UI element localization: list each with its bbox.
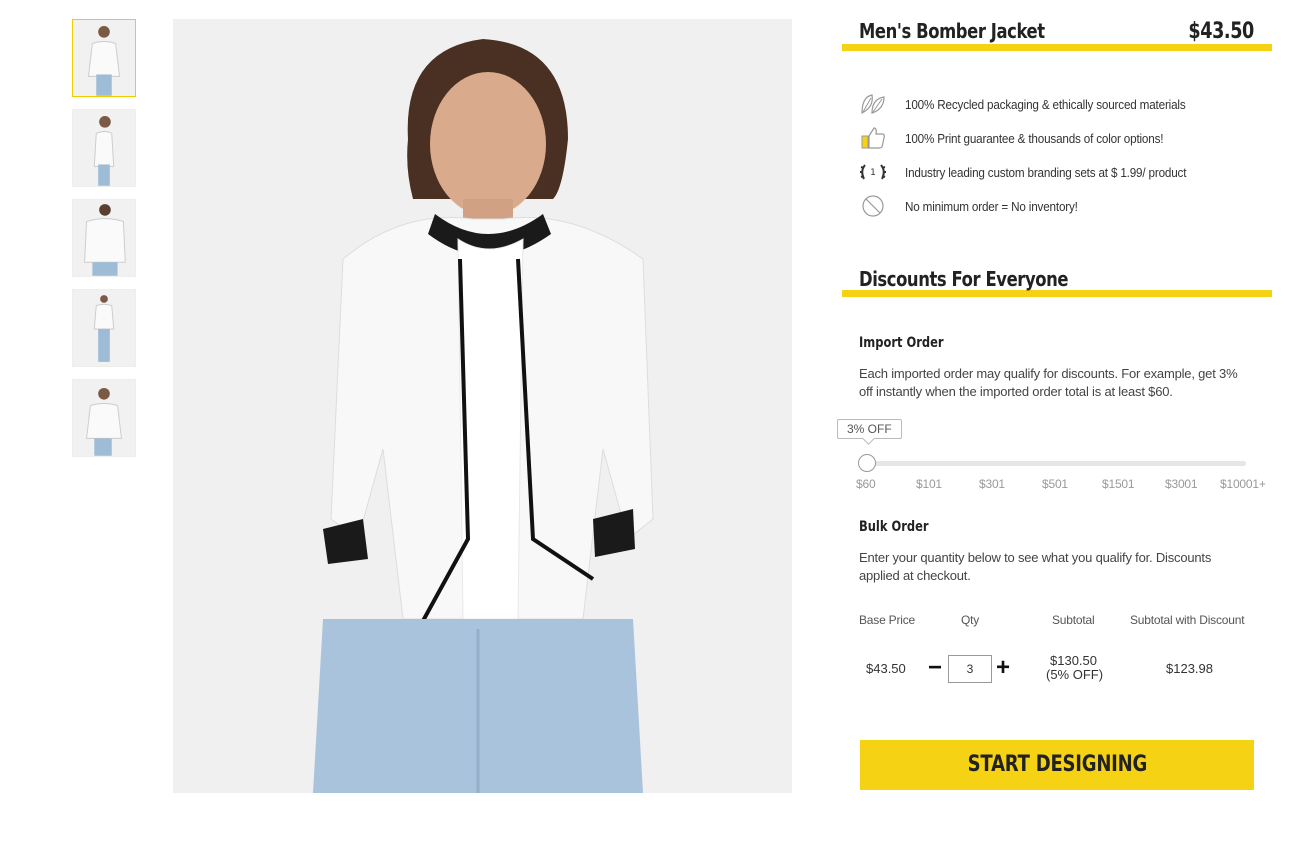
subtotal-discount-value: $123.98 [1166, 661, 1213, 676]
leaf-icon [859, 91, 887, 117]
qty-input[interactable]: 3 [948, 655, 992, 683]
feature-item: 100% Print guarantee & thousands of colo… [859, 121, 1272, 155]
discount-tooltip: 3% OFF [837, 419, 902, 439]
product-title: Men's Bomber Jacket [859, 19, 1045, 43]
thumbnail-list [72, 19, 138, 469]
product-title-bar: Men's Bomber Jacket $43.50 [842, 19, 1272, 51]
no-sign-icon [859, 193, 887, 219]
slider-tick[interactable]: $101 [916, 477, 942, 491]
feature-text: 100% Print guarantee & thousands of colo… [905, 130, 1164, 146]
import-order-description: Each imported order may qualify for disc… [859, 366, 1238, 399]
svg-text:1: 1 [870, 168, 876, 178]
thumbnail-pose[interactable] [72, 379, 136, 457]
laurel-award-icon: 1 [859, 159, 887, 185]
import-order-heading: Import Order [859, 335, 944, 351]
thumbs-up-icon [859, 125, 887, 151]
product-main-image [173, 19, 792, 793]
title-highlight [842, 44, 1272, 51]
slider-tick[interactable]: $1501 [1102, 477, 1135, 491]
slider-tick[interactable]: $3001 [1165, 477, 1198, 491]
thumbnail-back[interactable] [72, 199, 136, 277]
thumbnail-side[interactable] [72, 109, 136, 187]
discounts-section-title: Discounts For Everyone [842, 265, 1272, 297]
discount-slider[interactable]: 3% OFF $60 $101 $301 $501 $1501 $3001 $1… [837, 401, 1272, 491]
decrease-qty-button[interactable]: − [928, 653, 942, 683]
bulk-order-description: Enter your quantity below to see what yo… [859, 550, 1212, 583]
feature-item: No minimum order = No inventory! [859, 189, 1272, 223]
slider-track[interactable] [862, 461, 1246, 466]
feature-item: 1 Industry leading custom branding sets … [859, 155, 1272, 189]
start-designing-button[interactable]: START DESIGNING [860, 740, 1254, 790]
feature-list: 100% Recycled packaging & ethically sour… [842, 87, 1272, 223]
slider-handle[interactable] [858, 454, 876, 472]
thumbnail-front[interactable] [72, 19, 136, 97]
feature-text: Industry leading custom branding sets at… [905, 164, 1187, 180]
subtotal-header: Subtotal [1052, 613, 1095, 627]
section-highlight [842, 290, 1272, 297]
increase-qty-button[interactable]: + [996, 653, 1010, 683]
slider-tick[interactable]: $10001+ [1220, 477, 1266, 491]
feature-item: 100% Recycled packaging & ethically sour… [859, 87, 1272, 121]
discounts-title: Discounts For Everyone [859, 267, 1069, 291]
slider-tick[interactable]: $501 [1042, 477, 1068, 491]
subtotal-discount-header: Subtotal with Discount [1130, 613, 1245, 627]
bulk-order-heading: Bulk Order [859, 519, 929, 535]
thumbnail-full-body[interactable] [72, 289, 136, 367]
qty-header: Qty [961, 613, 980, 627]
base-price-value: $43.50 [866, 661, 906, 676]
start-designing-label: START DESIGNING [967, 752, 1147, 777]
slider-tick[interactable]: $60 [856, 477, 876, 491]
feature-text: No minimum order = No inventory! [905, 198, 1078, 214]
feature-text: 100% Recycled packaging & ethically sour… [905, 96, 1186, 112]
product-price: $43.50 [1188, 19, 1254, 44]
slider-tick[interactable]: $301 [979, 477, 1005, 491]
base-price-header: Base Price [859, 613, 916, 627]
subtotal-value: $130.50 [1050, 653, 1097, 668]
subtotal-discount-note: (5% OFF) [1046, 667, 1104, 682]
bulk-order-table: Base Price Qty Subtotal Subtotal with Di… [859, 613, 1259, 693]
product-details-panel: Men's Bomber Jacket $43.50 100% Recycled… [837, 19, 1272, 693]
